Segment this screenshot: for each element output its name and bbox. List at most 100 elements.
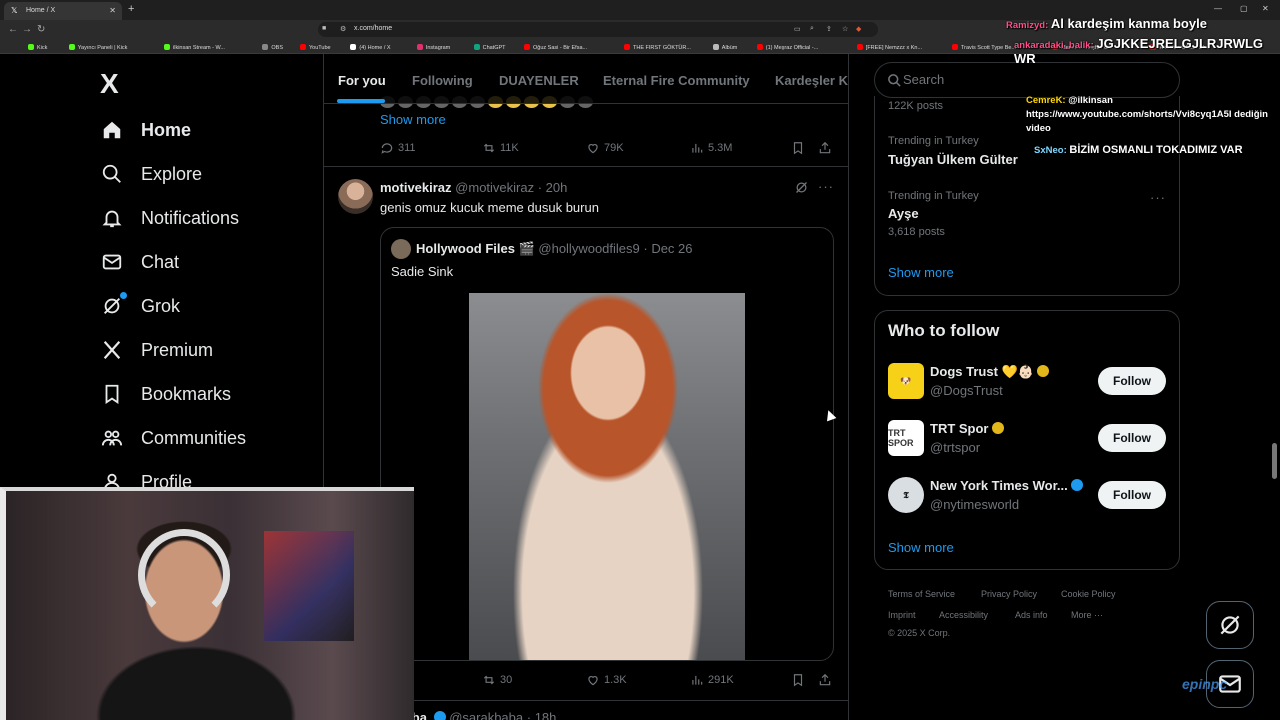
follow-suggestion-handle[interactable]: @trtspor (930, 440, 980, 455)
follow-suggestion-handle[interactable]: @nytimesworld (930, 497, 1019, 512)
sidebar-item-communities[interactable]: Communities (100, 422, 246, 454)
quoted-post[interactable]: Hollywood Files 🎬 @hollywoodfiles9 · Dec… (380, 227, 834, 661)
tab-following[interactable]: Following (412, 73, 473, 88)
more-options-icon[interactable]: ··· (818, 179, 834, 194)
star-icon[interactable]: ☆ (842, 25, 848, 33)
views-icon (692, 675, 703, 685)
bookmark-item[interactable]: ChatGPT (473, 44, 506, 51)
reload-icon[interactable]: ↻ (37, 24, 45, 35)
site-info-icon[interactable]: ⚙ (340, 25, 346, 33)
bookmark-button[interactable] (791, 673, 805, 687)
tab-eternal-fire-community[interactable]: Eternal Fire Community (603, 73, 750, 88)
quoted-post-image[interactable] (469, 293, 745, 660)
footer-link[interactable]: Imprint (888, 610, 916, 620)
footer-link[interactable]: More ··· (1071, 610, 1103, 620)
browser-tab[interactable]: 𝕏 Home / X ✕ (4, 2, 122, 20)
trend-title[interactable]: Ayşe (888, 206, 919, 221)
verified-badge-icon (433, 711, 446, 720)
x-logo-icon (100, 338, 124, 362)
x-logo-icon[interactable]: X (100, 68, 119, 100)
views-button[interactable]: 291K (690, 673, 734, 687)
forward-icon[interactable]: → (22, 24, 32, 35)
share-page-icon[interactable]: ⇪ (826, 25, 832, 33)
zoom-icon[interactable]: ⌕ (810, 25, 814, 33)
footer-link[interactable]: Terms of Service (888, 589, 955, 599)
trends-show-more-link[interactable]: Show more (888, 265, 954, 280)
sidebar-item-home[interactable]: Home (100, 114, 191, 146)
bookmark-item[interactable]: Instagram (416, 44, 450, 51)
bookmark-favicon-icon (68, 44, 75, 50)
bookmark-item[interactable]: Oğuz Sasi - Bir Efsa... (524, 44, 587, 51)
bookmark-item[interactable]: Albüm (712, 44, 737, 51)
copyright-text: © 2025 X Corp. (888, 628, 951, 638)
bookmark-item[interactable]: OBS (262, 44, 283, 51)
show-more-link[interactable]: Show more (380, 112, 446, 127)
bookmark-item[interactable]: Yayıncı Paneli | Kick (68, 44, 127, 51)
new-tab-icon[interactable]: + (128, 3, 134, 15)
address-bar[interactable]: ■ ⚙ x.com/home ▭ ⌕ ⇪ ☆ ◆ (318, 22, 878, 37)
grok-float-button[interactable] (1206, 601, 1254, 649)
tab-duayenler[interactable]: DUAYENLER (499, 73, 579, 88)
author-name[interactable]: motivekiraz (380, 180, 452, 195)
tab-kardesler[interactable]: Kardeşler Ki (775, 73, 848, 88)
sidebar-item-explore[interactable]: Explore (100, 158, 202, 190)
like-button[interactable]: 79K (586, 141, 624, 155)
follow-suggestion-handle[interactable]: @DogsTrust (930, 383, 1003, 398)
footer-link[interactable]: Privacy Policy (981, 589, 1037, 599)
bookmark-item[interactable]: (1) Meşraz Official -... (756, 44, 818, 51)
follow-button[interactable]: Follow (1098, 481, 1166, 509)
bookmark-item[interactable]: Kick (28, 44, 47, 51)
watermark-logo: epinpc (1182, 676, 1228, 692)
bookmark-item[interactable]: THE FIRST GÖKTÜR... (624, 44, 691, 51)
repost-count: 30 (500, 674, 513, 686)
repost-button[interactable]: 30 (482, 673, 512, 687)
like-button[interactable]: 1.3K (586, 673, 627, 687)
bookmark-item[interactable]: (4) Home / X (350, 44, 391, 51)
bookmark-star-icon[interactable]: ■ (322, 25, 326, 32)
bookmark-button[interactable] (791, 141, 805, 155)
avatar[interactable]: TRT SPOR (888, 420, 924, 456)
cast-icon[interactable]: ▭ (794, 25, 801, 33)
bookmark-item[interactable]: [FREE] Nemzzz x Kn... (856, 44, 922, 51)
share-button[interactable] (818, 673, 832, 687)
footer-link[interactable]: Ads info (1015, 610, 1048, 620)
page-scrollbar[interactable] (1272, 443, 1277, 479)
next-post-time[interactable]: · 18h (527, 710, 557, 720)
brave-shield-icon[interactable]: ◆ (856, 25, 861, 33)
avatar[interactable]: 𝕿 (888, 477, 924, 513)
close-tab-icon[interactable]: ✕ (109, 6, 116, 15)
bookmark-item[interactable]: YouTube (300, 44, 331, 51)
sidebar-item-chat[interactable]: Chat (100, 246, 179, 278)
share-button[interactable] (818, 141, 832, 155)
sidebar-item-label: Grok (141, 295, 181, 316)
avatar[interactable] (338, 179, 373, 214)
next-author-handle[interactable]: @sarakbaba (449, 710, 523, 720)
sidebar-item-notifications[interactable]: Notifications (100, 202, 239, 234)
reply-button[interactable]: 311 (380, 141, 416, 155)
follow-button[interactable]: Follow (1098, 424, 1166, 452)
chat-message: ankaradaki_balik: JGJKKEJRELGJLRJRWLG WR (1014, 36, 1264, 66)
author-handle[interactable]: @motivekiraz (455, 180, 534, 195)
footer-link[interactable]: Accessibility (939, 610, 988, 620)
trend-more-icon[interactable]: ··· (1150, 190, 1166, 205)
sidebar-item-premium[interactable]: Premium (100, 334, 213, 366)
repost-button[interactable]: 11K (482, 141, 519, 155)
avatar[interactable]: 🐶 (888, 363, 924, 399)
who-to-follow-show-more-link[interactable]: Show more (888, 540, 954, 555)
footer-link[interactable]: Cookie Policy (1061, 589, 1116, 599)
tab-for-you[interactable]: For you (338, 73, 386, 88)
bookmark-favicon-icon (164, 44, 170, 50)
bookmark-favicon-icon (473, 44, 480, 50)
post-time[interactable]: · 20h (538, 180, 568, 195)
sidebar-item-grok[interactable]: Grok (100, 290, 180, 322)
back-icon[interactable]: ← (8, 24, 18, 35)
follow-button[interactable]: Follow (1098, 367, 1166, 395)
follow-suggestion-name[interactable]: TRT Spor (930, 421, 1004, 436)
sidebar-item-bookmarks[interactable]: Bookmarks (100, 378, 231, 410)
follow-suggestion-name[interactable]: Dogs Trust 💛👶🏻 (930, 364, 1049, 380)
follow-suggestion-name[interactable]: New York Times Wor... (930, 478, 1083, 493)
views-button[interactable]: 5.3M (690, 141, 732, 155)
trend-title[interactable]: Tuğyan Ülkem Gülter (888, 152, 1018, 167)
grok-icon[interactable] (794, 180, 809, 195)
bookmark-item[interactable]: ilkinsan Stream - W... (164, 44, 225, 51)
